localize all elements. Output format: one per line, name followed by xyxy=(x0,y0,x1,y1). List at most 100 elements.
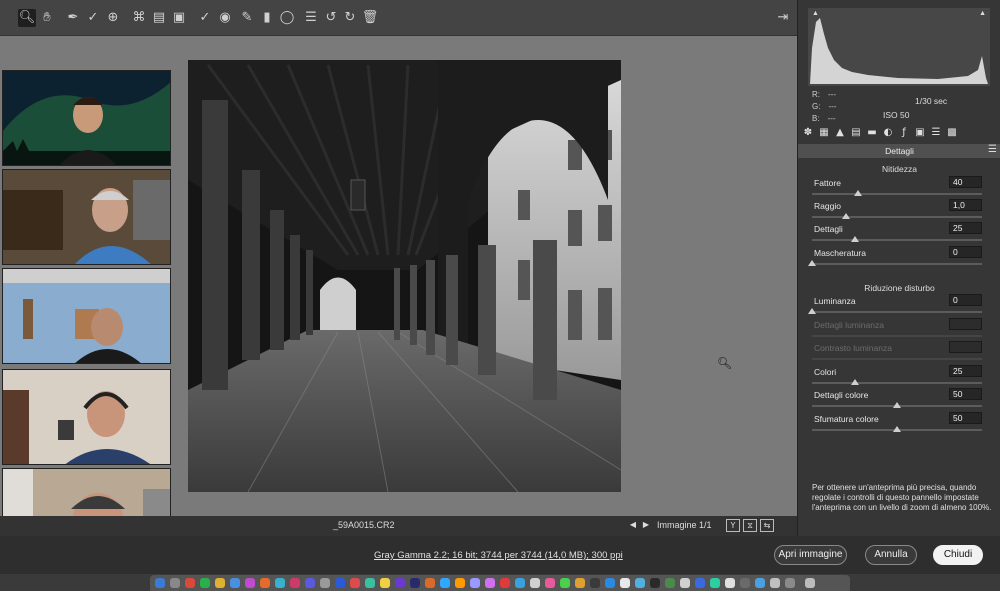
cancel-button[interactable]: Annulla xyxy=(865,545,917,565)
app-icon[interactable] xyxy=(650,578,660,588)
app-icon[interactable] xyxy=(500,578,510,588)
tab-basic-icon[interactable]: ✽ xyxy=(802,126,814,140)
app-icon[interactable] xyxy=(770,578,780,588)
tab-calibration-icon[interactable]: ▣ xyxy=(914,126,926,140)
slider-row[interactable]: Dettagli 25 xyxy=(812,222,982,246)
before-after-toggle-button[interactable]: Y xyxy=(726,519,740,532)
hand-tool-icon[interactable]: ✋︎ xyxy=(38,9,56,27)
video-tile-4[interactable] xyxy=(2,369,171,465)
slider-value-input[interactable]: 40 xyxy=(949,176,982,188)
slider-thumb[interactable] xyxy=(808,260,816,266)
tab-split-toning-icon[interactable]: ▬ xyxy=(866,126,878,140)
video-tile-2[interactable] xyxy=(2,169,171,265)
slider-track[interactable] xyxy=(812,239,982,241)
slider-track[interactable] xyxy=(812,193,982,195)
slider-value-input[interactable]: 1,0 xyxy=(949,199,982,211)
app-icon[interactable] xyxy=(530,578,540,588)
app-icon[interactable] xyxy=(365,578,375,588)
done-button[interactable]: Chiudi xyxy=(933,545,983,565)
app-icon[interactable] xyxy=(740,578,750,588)
app-icon[interactable] xyxy=(755,578,765,588)
tab-tone-curve-icon[interactable]: ▦ xyxy=(818,126,830,140)
slider-thumb[interactable] xyxy=(893,402,901,408)
transform-tool-icon[interactable]: ▣ xyxy=(170,9,188,27)
video-tile-1[interactable] xyxy=(2,70,171,166)
app-icon[interactable] xyxy=(665,578,675,588)
red-eye-tool-icon[interactable]: ◉ xyxy=(216,9,234,27)
spot-removal-tool-icon[interactable]: ✓ xyxy=(196,9,214,27)
app-icon[interactable] xyxy=(680,578,690,588)
slider-value-input[interactable]: 0 xyxy=(949,294,982,306)
app-icon[interactable] xyxy=(260,578,270,588)
open-image-button[interactable]: Apri immagine xyxy=(774,545,847,565)
preferences-tool-icon[interactable]: ☰ xyxy=(302,9,320,27)
app-icon[interactable] xyxy=(245,578,255,588)
tab-presets-icon[interactable]: ☰ xyxy=(930,126,942,140)
slider-row[interactable]: Luminanza 0 xyxy=(808,294,982,318)
app-icon[interactable] xyxy=(200,578,210,588)
adjustment-brush-tool-icon[interactable]: ✎ xyxy=(238,9,256,27)
slider-value-input[interactable]: 0 xyxy=(949,246,982,258)
slider-thumb[interactable] xyxy=(808,308,816,314)
slider-track[interactable] xyxy=(812,311,982,313)
app-icon[interactable] xyxy=(515,578,525,588)
tab-lens-icon[interactable]: ◐ xyxy=(882,126,894,140)
video-tile-3[interactable] xyxy=(2,268,171,364)
app-icon[interactable] xyxy=(725,578,735,588)
app-icon[interactable] xyxy=(620,578,630,588)
app-icon[interactable] xyxy=(395,578,405,588)
slider-value-input[interactable]: 50 xyxy=(949,388,982,400)
tab-snapshots-icon[interactable]: ▩ xyxy=(946,126,958,140)
slider-value-input[interactable]: 25 xyxy=(949,222,982,234)
app-icon[interactable] xyxy=(560,578,570,588)
slider-row[interactable]: Mascheratura 0 xyxy=(808,246,982,270)
app-icon[interactable] xyxy=(695,578,705,588)
trash-tool-icon[interactable]: 🗑︎ xyxy=(361,9,379,27)
app-icon[interactable] xyxy=(785,578,795,588)
prev-image-icon[interactable]: ◀ xyxy=(628,519,638,531)
app-icon[interactable] xyxy=(545,578,555,588)
app-icon[interactable] xyxy=(590,578,600,588)
app-icon[interactable] xyxy=(305,578,315,588)
app-icon[interactable] xyxy=(185,578,195,588)
radial-filter-tool-icon[interactable]: ◯ xyxy=(278,9,296,27)
app-icon[interactable] xyxy=(425,578,435,588)
tab-hsl-icon[interactable]: ▤ xyxy=(850,126,862,140)
slider-row[interactable]: Dettagli colore 50 xyxy=(812,388,982,412)
slider-value-input[interactable]: 50 xyxy=(949,412,982,424)
app-icon[interactable] xyxy=(605,578,615,588)
app-icon[interactable] xyxy=(710,578,720,588)
slider-value-input[interactable]: 25 xyxy=(949,365,982,377)
photoshop-icon[interactable] xyxy=(440,578,450,588)
next-image-icon[interactable]: ▶ xyxy=(641,519,651,531)
app-icon[interactable] xyxy=(380,578,390,588)
app-icon[interactable] xyxy=(350,578,360,588)
app-icon[interactable] xyxy=(320,578,330,588)
crop-tool-icon[interactable]: ⌘ xyxy=(130,9,148,27)
workflow-options-link[interactable]: Gray Gamma 2.2; 16 bit; 3744 per 3744 (1… xyxy=(374,550,623,561)
app-icon[interactable] xyxy=(275,578,285,588)
color-sampler-tool-icon[interactable]: ✓ xyxy=(84,9,102,27)
premiere-icon[interactable] xyxy=(470,578,480,588)
rotate-ccw-tool-icon[interactable]: ↺ xyxy=(322,9,340,27)
launchpad-icon[interactable] xyxy=(170,578,180,588)
graduated-filter-tool-icon[interactable]: ▮ xyxy=(258,9,276,27)
swap-settings-button[interactable]: ⧖ xyxy=(743,519,757,532)
slider-row[interactable]: Raggio 1,0 xyxy=(812,199,982,223)
trash-icon[interactable] xyxy=(805,578,815,588)
slider-thumb[interactable] xyxy=(850,379,859,385)
app-icon[interactable] xyxy=(290,578,300,588)
slider-track[interactable] xyxy=(812,216,982,218)
slider-thumb[interactable] xyxy=(850,236,859,242)
app-icon[interactable] xyxy=(635,578,645,588)
app-icon[interactable] xyxy=(230,578,240,588)
straighten-tool-icon[interactable]: ▤ xyxy=(150,9,168,27)
tab-detail-icon[interactable]: ▲ xyxy=(834,126,846,140)
fullscreen-icon[interactable]: ⇥ xyxy=(774,9,792,27)
slider-thumb[interactable] xyxy=(893,426,901,432)
slider-thumb[interactable] xyxy=(842,213,850,219)
app-icon[interactable] xyxy=(335,578,345,588)
slider-thumb[interactable] xyxy=(853,190,862,196)
illustrator-icon[interactable] xyxy=(455,578,465,588)
copy-settings-button[interactable]: ⇆ xyxy=(760,519,774,532)
